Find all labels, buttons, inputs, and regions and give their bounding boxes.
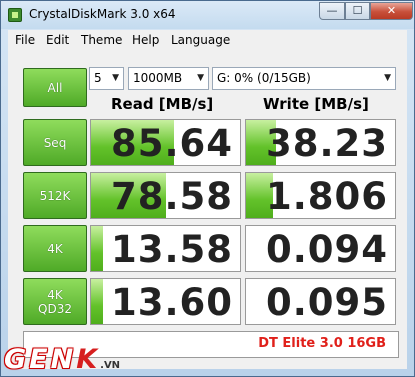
- seq-read-value: 85.64: [110, 122, 233, 165]
- chevron-down-icon: ▼: [384, 73, 391, 83]
- window-title: CrystalDiskMark 3.0 x64: [29, 7, 176, 21]
- watermark-k: K: [76, 344, 101, 375]
- app-window: CrystalDiskMark 3.0 x64 — ☐ ✕ File Edit …: [0, 0, 415, 377]
- chevron-down-icon: ▼: [112, 73, 119, 83]
- test-size-value: 1000MB: [133, 71, 183, 85]
- 4k-qd32-read-cell: 13.60: [90, 278, 241, 325]
- 4k-read-value: 13.58: [110, 228, 233, 271]
- 512k-read-value: 78.58: [110, 175, 233, 218]
- 4k-qd32-read-value: 13.60: [110, 281, 233, 324]
- all-button-label: All: [47, 80, 63, 95]
- watermark-logo: GENK.VN: [4, 344, 120, 375]
- chevron-down-icon: ▼: [197, 73, 204, 83]
- 4k-qd32-button-label: 4K QD32: [38, 287, 72, 316]
- 4k-read-cell: 13.58: [90, 225, 241, 272]
- test-count-select[interactable]: 5 ▼: [89, 67, 124, 90]
- test-count-value: 5: [94, 71, 102, 85]
- seq-write-cell: 38.23: [245, 119, 396, 166]
- 4k-write-cell: 0.094: [245, 225, 396, 272]
- 512k-button[interactable]: 512K: [23, 172, 87, 219]
- 4k-qd32-read-bar: [91, 279, 103, 324]
- comment-text: DT Elite 3.0 16GB: [258, 336, 386, 351]
- menu-file[interactable]: File: [15, 33, 35, 47]
- all-button[interactable]: All: [23, 68, 87, 107]
- drive-value: G: 0% (0/15GB): [217, 71, 311, 85]
- 4k-write-value: 0.094: [265, 228, 388, 271]
- 4k-qd32-write-value: 0.095: [265, 281, 388, 324]
- watermark-gen: GEN: [4, 344, 77, 375]
- minimize-button[interactable]: —: [319, 2, 345, 20]
- maximize-button[interactable]: ☐: [345, 2, 370, 20]
- menu-language[interactable]: Language: [171, 33, 230, 47]
- close-button[interactable]: ✕: [370, 2, 413, 20]
- 4k-button-label: 4K: [47, 241, 63, 256]
- watermark-suffix: .VN: [100, 360, 121, 371]
- 4k-button[interactable]: 4K: [23, 225, 87, 272]
- seq-button[interactable]: Seq: [23, 119, 87, 166]
- menu-bar: File Edit Theme Help Language: [8, 30, 407, 52]
- 512k-button-label: 512K: [39, 188, 71, 203]
- 512k-write-cell: 1.806: [245, 172, 396, 219]
- write-header: Write [MB/s]: [263, 95, 369, 113]
- seq-button-label: Seq: [43, 135, 67, 150]
- 4k-read-bar: [91, 226, 103, 271]
- app-icon: [8, 8, 22, 22]
- title-bar: CrystalDiskMark 3.0 x64 — ☐ ✕: [1, 1, 414, 29]
- 4k-qd32-button[interactable]: 4K QD32: [23, 278, 87, 325]
- menu-edit[interactable]: Edit: [46, 33, 69, 47]
- 512k-read-cell: 78.58: [90, 172, 241, 219]
- 4k-qd32-write-cell: 0.095: [245, 278, 396, 325]
- drive-select[interactable]: G: 0% (0/15GB) ▼: [212, 67, 396, 90]
- menu-help[interactable]: Help: [132, 33, 159, 47]
- 512k-write-value: 1.806: [265, 175, 388, 218]
- menu-theme[interactable]: Theme: [81, 33, 122, 47]
- main-panel: All 5 ▼ 1000MB ▼ G: 0% (0/15GB) ▼ Read […: [8, 51, 407, 369]
- seq-read-cell: 85.64: [90, 119, 241, 166]
- test-size-select[interactable]: 1000MB ▼: [128, 67, 209, 90]
- read-header: Read [MB/s]: [111, 95, 214, 113]
- seq-write-value: 38.23: [265, 122, 388, 165]
